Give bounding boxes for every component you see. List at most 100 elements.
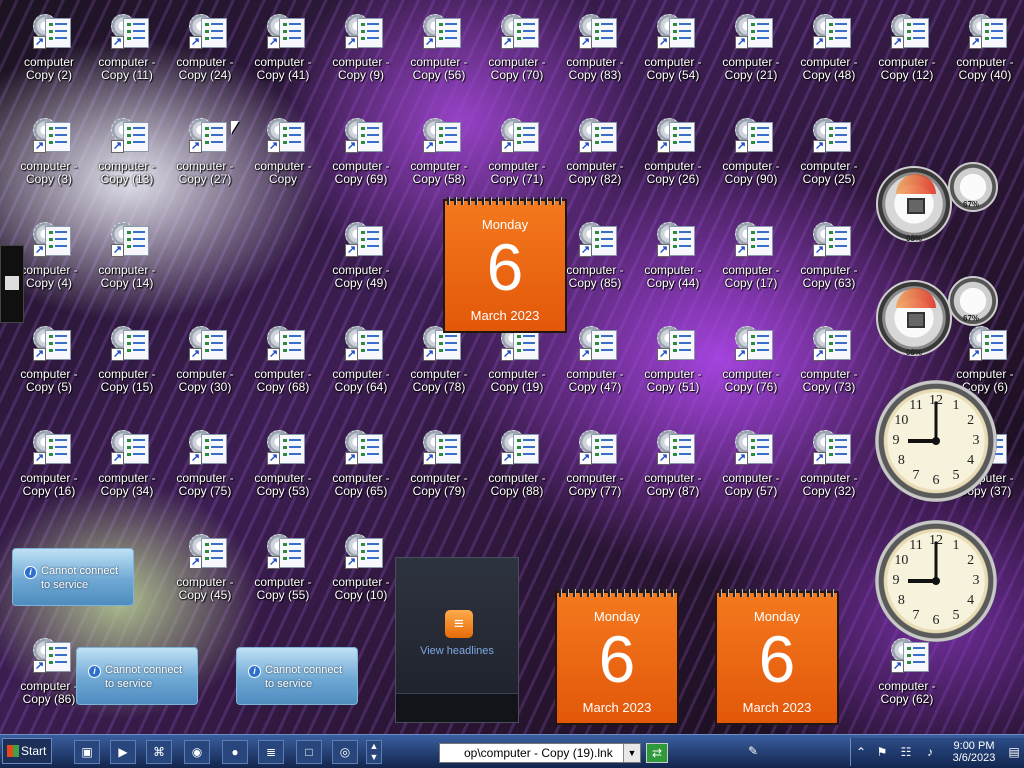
clock-gadget[interactable]: 12 1 2 3 4 5 6 7 8 9 10 11 [875, 380, 997, 502]
desktop-shortcut[interactable]: ↗ computer - Copy (71) [482, 110, 552, 190]
checklist-icon [45, 18, 71, 48]
desktop-shortcut[interactable]: ↗ computer - Copy (34) [92, 422, 162, 502]
desktop-shortcut[interactable]: ↗ computer - Copy (27) [170, 110, 240, 190]
address-dropdown-icon[interactable]: ▼ [623, 744, 640, 762]
desktop-shortcut[interactable]: ↗ computer - Copy (15) [92, 318, 162, 398]
desktop-shortcut[interactable]: ↗ computer - Copy (41) [248, 6, 318, 86]
calculator-icon[interactable]: ≣ [258, 740, 284, 764]
address-bar[interactable]: op\computer - Copy (19).lnk ▼ [439, 743, 641, 763]
chrome-icon[interactable]: ◎ [332, 740, 358, 764]
desktop-shortcut[interactable]: ↗ computer - Copy (25) [794, 110, 864, 190]
desktop-shortcut[interactable]: ↗ computer - Copy (49) [326, 214, 396, 294]
desktop-shortcut[interactable]: ↗ computer - Copy (48) [794, 6, 864, 86]
calendar-gadget[interactable]: Monday 6 March 2023 [443, 197, 567, 333]
desktop-shortcut[interactable]: ↗ computer - Copy (10) [326, 526, 396, 606]
desktop-shortcut[interactable]: ↗ computer - Copy (17) [716, 214, 786, 294]
desktop-shortcut[interactable]: ↗ computer - Copy (56) [404, 6, 474, 86]
desktop-shortcut[interactable]: ↗ computer - Copy (87) [638, 422, 708, 502]
media-player-icon[interactable]: ▶ [110, 740, 136, 764]
desktop-shortcut[interactable]: ↗ computer - Copy (51) [638, 318, 708, 398]
checklist-icon [201, 330, 227, 360]
quicklaunch-scroll[interactable]: ▲ ▼ [366, 740, 382, 764]
desktop-shortcut[interactable]: ↗ computer - Copy (11) [92, 6, 162, 86]
desktop-shortcut[interactable]: ↗ computer - Copy (85) [560, 214, 630, 294]
weather-gadget[interactable]: i Cannot connect to service [12, 548, 134, 606]
shortcut-arrow-icon: ↗ [267, 36, 280, 49]
desktop-shortcut[interactable]: ↗ computer - Copy (9) [326, 6, 396, 86]
desktop-shortcut[interactable]: ↗ computer - Copy (70) [482, 6, 552, 86]
desktop-shortcut[interactable]: ↗ computer - Copy (88) [482, 422, 552, 502]
desktop-shortcut[interactable]: ↗ computer - Copy (53) [248, 422, 318, 502]
desktop-shortcut[interactable]: ↗ computer - Copy (30) [170, 318, 240, 398]
feed-headlines-gadget[interactable]: ≡ View headlines [395, 557, 519, 723]
view-headlines-link[interactable]: View headlines [396, 645, 518, 657]
cpu-meter-gadget[interactable]: 08% 67% [876, 276, 998, 357]
window-icon[interactable]: □ [296, 740, 322, 764]
desktop-shortcut[interactable]: ↗ computer - Copy (82) [560, 110, 630, 190]
desktop-shortcut[interactable]: ↗ computer - Copy (83) [560, 6, 630, 86]
start-button[interactable]: Start [2, 738, 52, 764]
show-hidden-icons[interactable]: ⌃ [854, 745, 868, 759]
notepad-icon[interactable]: ✎ [742, 740, 764, 764]
taskbar-clock[interactable]: 9:00 PM 3/6/2023 [949, 740, 999, 764]
show-desktop-corner[interactable]: ▤ [1007, 745, 1021, 759]
desktop-shortcut[interactable]: ↗ computer - Copy (32) [794, 422, 864, 502]
cpu-meter-gadget[interactable]: 08% 67% [876, 162, 998, 243]
desktop-shortcut[interactable]: ↗ computer - Copy (12) [872, 6, 942, 86]
desktop-shortcut[interactable]: ↗ computer - Copy (77) [560, 422, 630, 502]
shortcut-arrow-icon: ↗ [111, 244, 124, 257]
desktop-shortcut[interactable]: ↗ computer - Copy (45) [170, 526, 240, 606]
desktop-shortcut[interactable]: ↗ computer - Copy (65) [326, 422, 396, 502]
desktop-shortcut[interactable]: ↗ computer - Copy (44) [638, 214, 708, 294]
sidebar-toggle[interactable] [0, 245, 24, 323]
action-center-flag-icon[interactable]: ⚑ [875, 745, 889, 759]
desktop-shortcut[interactable]: ↗ computer - Copy (90) [716, 110, 786, 190]
info-icon: i [88, 665, 101, 678]
desktop-shortcut[interactable]: ↗ computer Copy (2) [14, 6, 84, 86]
desktop-shortcut[interactable]: ↗ computer - Copy (14) [92, 214, 162, 294]
show-desktop-icon[interactable]: ▣ [74, 740, 100, 764]
desktop-shortcut[interactable]: ↗ computer - Copy (75) [170, 422, 240, 502]
desktop-shortcut[interactable]: ↗ computer - Copy (64) [326, 318, 396, 398]
desktop-shortcut[interactable]: ↗ computer - Copy (40) [950, 6, 1020, 86]
desktop-shortcut[interactable]: ↗ computer - Copy (54) [638, 6, 708, 86]
desktop-shortcut[interactable]: ↗ computer - Copy (58) [404, 110, 474, 190]
desktop-shortcut[interactable]: ↗ computer - Copy (68) [248, 318, 318, 398]
desktop-shortcut[interactable]: ↗ computer - Copy (47) [560, 318, 630, 398]
go-button[interactable]: ⇄ [646, 743, 668, 763]
desktop-shortcut[interactable]: ↗ computer - Copy (73) [794, 318, 864, 398]
network-icon[interactable]: ☷ [899, 745, 913, 759]
desktop-shortcut[interactable]: ↗ computer - Copy (86) [14, 630, 84, 710]
desktop-shortcut[interactable]: ↗ computer - Copy (79) [404, 422, 474, 502]
desktop-shortcut[interactable]: ↗ computer - Copy (69) [326, 110, 396, 190]
games-icon[interactable]: ◉ [184, 740, 210, 764]
terminal-icon[interactable]: ⌘ [146, 740, 172, 764]
volume-icon[interactable]: ♪ [923, 745, 937, 759]
shortcut-label: computer - Copy (32) [800, 471, 858, 498]
calendar-gadget[interactable]: Monday 6 March 2023 [555, 589, 679, 725]
weather-gadget[interactable]: i Cannot connect to service [76, 647, 198, 705]
clock-numeral: 3 [972, 433, 980, 448]
clock-gadget[interactable]: 12 1 2 3 4 5 6 7 8 9 10 11 [875, 520, 997, 642]
desktop-shortcut[interactable]: ↗ computer - Copy (57) [716, 422, 786, 502]
shortcut-arrow-icon: ↗ [579, 244, 592, 257]
firefox-icon[interactable]: ● [222, 740, 248, 764]
desktop-shortcut[interactable]: ↗ computer - Copy (63) [794, 214, 864, 294]
calendar-gadget[interactable]: Monday 6 March 2023 [715, 589, 839, 725]
desktop-shortcut[interactable]: ↗ computer - Copy (16) [14, 422, 84, 502]
desktop-shortcut[interactable]: ↗ computer - Copy (55) [248, 526, 318, 606]
shortcut-arrow-icon: ↗ [33, 140, 46, 153]
computer-shortcut-icon: ↗ [657, 116, 697, 154]
desktop-shortcut[interactable]: ↗ computer - Copy (62) [872, 630, 942, 710]
desktop-shortcut[interactable]: ↗ computer - Copy (26) [638, 110, 708, 190]
desktop-shortcut[interactable]: ↗ computer - Copy (21) [716, 6, 786, 86]
desktop-shortcut[interactable]: ↗ computer - Copy [248, 110, 318, 190]
desktop-shortcut[interactable]: ↗ computer - Copy (13) [92, 110, 162, 190]
desktop-shortcut[interactable]: ↗ computer - Copy (24) [170, 6, 240, 86]
weather-gadget[interactable]: i Cannot connect to service [236, 647, 358, 705]
desktop-shortcut[interactable]: ↗ computer - Copy (3) [14, 110, 84, 190]
desktop-shortcut[interactable]: ↗ computer - Copy (5) [14, 318, 84, 398]
shortcut-label: computer - Copy (48) [800, 55, 858, 82]
desktop-shortcut[interactable]: ↗ computer - Copy (76) [716, 318, 786, 398]
desktop-shortcut[interactable]: ↗ computer - Copy (4) [14, 214, 84, 294]
